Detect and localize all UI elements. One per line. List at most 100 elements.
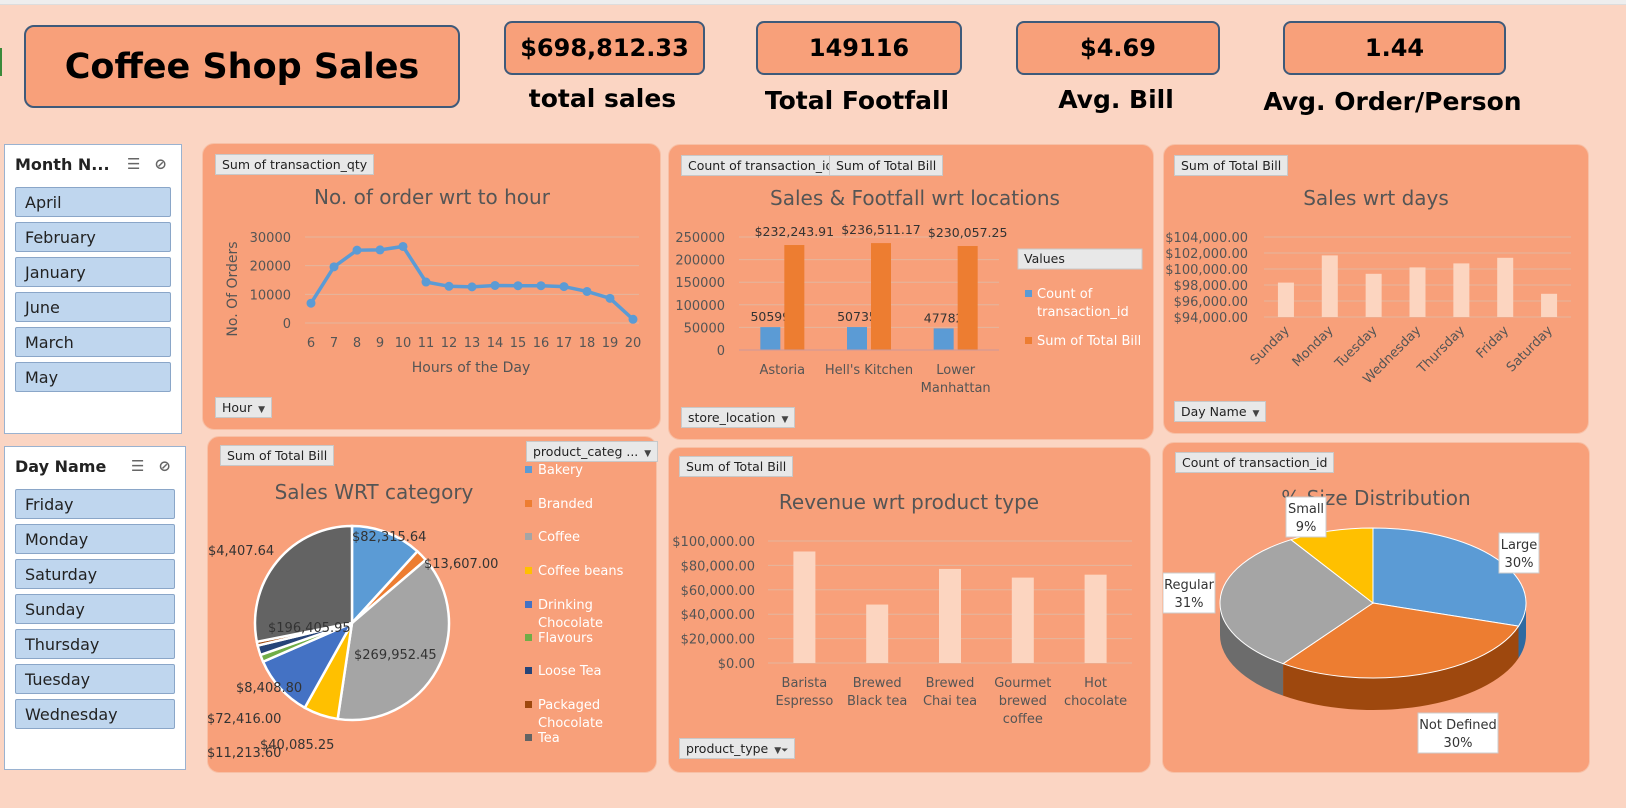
x-tick-label: Brewed — [853, 676, 902, 691]
field-button-transaction-qty[interactable]: Sum of transaction_qty — [215, 154, 375, 175]
data-label: $82,315.64 — [352, 530, 426, 545]
data-point — [628, 314, 638, 324]
slicer-item-friday[interactable]: Friday — [15, 489, 175, 519]
field-button-count-transaction[interactable]: Count of transaction_id — [681, 155, 841, 176]
data-label: $11,213.60 — [208, 746, 281, 761]
data-label: $269,952.45 — [354, 648, 437, 663]
slicer-item-thursday[interactable]: Thursday — [15, 629, 175, 659]
chart-panel-size: Count of transaction_id % Size Distribut… — [1162, 442, 1590, 773]
legend-swatch — [525, 466, 532, 473]
filter-funnel-icon: ▼⏷ — [774, 746, 789, 756]
bar — [1011, 577, 1034, 663]
y-tick-label: 100000 — [675, 299, 725, 314]
day-slicer[interactable]: Day Name ☰ ⊘ Friday Monday Saturday Sunday Th… — [4, 446, 186, 770]
data-label: 47782 — [924, 310, 964, 325]
clear-filter-icon[interactable]: ⊘ — [154, 155, 167, 173]
x-tick-label: 20 — [625, 336, 642, 351]
kpi-total-sales-value: $698,812.33 — [504, 21, 705, 75]
legend-swatch — [525, 533, 532, 540]
legend-label: transaction_id — [1037, 305, 1129, 320]
data-point — [467, 282, 477, 292]
x-tick-label: Gourmet — [994, 676, 1051, 691]
filter-store-location-label: store_location — [688, 410, 776, 425]
legend-swatch — [525, 500, 532, 507]
bar-count — [933, 328, 954, 350]
slicer-item-tuesday[interactable]: Tuesday — [15, 664, 175, 694]
data-label: $4,407.64 — [208, 544, 274, 559]
field-button-count-transaction[interactable]: Count of transaction_id — [1175, 452, 1335, 473]
y-tick-label: $80,000.00 — [681, 559, 755, 574]
pie-side — [1220, 603, 1284, 696]
x-tick-label: Sunday — [1248, 323, 1293, 368]
chart-product-type-svg: Revenue wrt product type $100,000.00 $80,0… — [672, 490, 1132, 727]
filter-button-day-name[interactable]: Day Name ▼ — [1174, 401, 1267, 422]
x-tick-label: 11 — [418, 336, 435, 351]
multi-select-icon[interactable]: ☰ — [127, 155, 140, 173]
slicer-item-may[interactable]: May — [15, 362, 171, 392]
kpi-avg-order-label: Avg. Order/Person — [1263, 87, 1522, 116]
field-button-sum-total-bill[interactable]: Sum of Total Bill — [220, 445, 335, 466]
data-label-box — [1417, 712, 1499, 754]
slicer-item-saturday[interactable]: Saturday — [15, 559, 175, 589]
y-tick-label: 0 — [283, 317, 291, 332]
kpi-avg-order-value: 1.44 — [1283, 21, 1506, 75]
filter-button-hour[interactable]: Hour ▼ — [215, 397, 273, 418]
x-tick-label: 17 — [556, 336, 573, 351]
y-tick-label: 0 — [717, 344, 725, 359]
data-label: Regular — [1164, 578, 1215, 593]
bar-total-bill — [784, 245, 805, 350]
slicer-item-sunday[interactable]: Sunday — [15, 594, 175, 624]
dropdown-arrow-icon: ▼ — [781, 415, 789, 425]
slicer-item-wednesday[interactable]: Wednesday — [15, 699, 175, 729]
field-button-sum-total-bill[interactable]: Sum of Total Bill — [1174, 155, 1289, 176]
bar — [1409, 267, 1426, 317]
y-tick-label: $40,000.00 — [681, 608, 755, 623]
legend-label: Packaged — [538, 698, 600, 713]
slicer-item-february[interactable]: February — [15, 222, 171, 252]
pie-slice — [1219, 539, 1374, 665]
y-tick-label: $100,000.00 — [672, 535, 755, 550]
bar-total-bill — [957, 246, 978, 350]
slicer-item-march[interactable]: March — [15, 327, 171, 357]
month-slicer[interactable]: Month N... ☰ ⊘ April February January June Ma… — [4, 144, 182, 434]
chart-panel-hour: Sum of transaction_qty Hour ▼ No. of orde… — [202, 143, 661, 430]
legend-label: Coffee beans — [538, 564, 624, 579]
x-tick-label: 14 — [487, 336, 504, 351]
bar — [1084, 574, 1107, 663]
legend-label: Flavours — [538, 631, 593, 646]
filter-button-product-category[interactable]: product_categ ... ▼ — [526, 441, 659, 462]
pie-slice — [1289, 527, 1374, 605]
pie-slice — [1281, 602, 1520, 679]
y-tick-label: $98,000.00 — [1174, 279, 1248, 294]
slicer-item-january[interactable]: January — [15, 257, 171, 287]
y-tick-label: $104,000.00 — [1165, 231, 1248, 246]
pie-slice — [303, 622, 354, 721]
data-point — [444, 281, 454, 291]
y-tick-label: $60,000.00 — [681, 584, 755, 599]
field-button-sum-total-bill[interactable]: Sum of Total Bill — [679, 456, 794, 477]
sheet-row-marker — [0, 48, 2, 76]
bar — [1541, 293, 1558, 317]
data-label-box — [1285, 496, 1327, 538]
x-tick-label: 18 — [579, 336, 596, 351]
x-tick-label: 12 — [441, 336, 458, 351]
x-tick-label: Astoria — [760, 363, 806, 378]
clear-filter-icon[interactable]: ⊘ — [158, 457, 171, 475]
y-tick-label: 10000 — [250, 288, 291, 303]
slicer-item-monday[interactable]: Monday — [15, 524, 175, 554]
legend-label: Branded — [538, 497, 593, 512]
legend-title: Values — [1024, 251, 1065, 266]
multi-select-icon[interactable]: ☰ — [131, 457, 144, 475]
field-button-sum-total-bill[interactable]: Sum of Total Bill — [829, 155, 944, 176]
legend-swatch — [525, 567, 532, 574]
x-tick-label: brewed — [999, 694, 1047, 709]
slicer-item-june[interactable]: June — [15, 292, 171, 322]
x-tick-label: 10 — [395, 336, 412, 351]
filter-button-store-location[interactable]: store_location ▼ — [681, 407, 796, 428]
slicer-item-april[interactable]: April — [15, 187, 171, 217]
filter-button-product-type[interactable]: product_type ▼⏷ — [679, 738, 796, 759]
bar-count — [847, 327, 867, 350]
chart-title: Sales WRT category — [275, 480, 474, 504]
data-point — [398, 241, 408, 251]
data-label: $40,085.25 — [260, 738, 334, 753]
